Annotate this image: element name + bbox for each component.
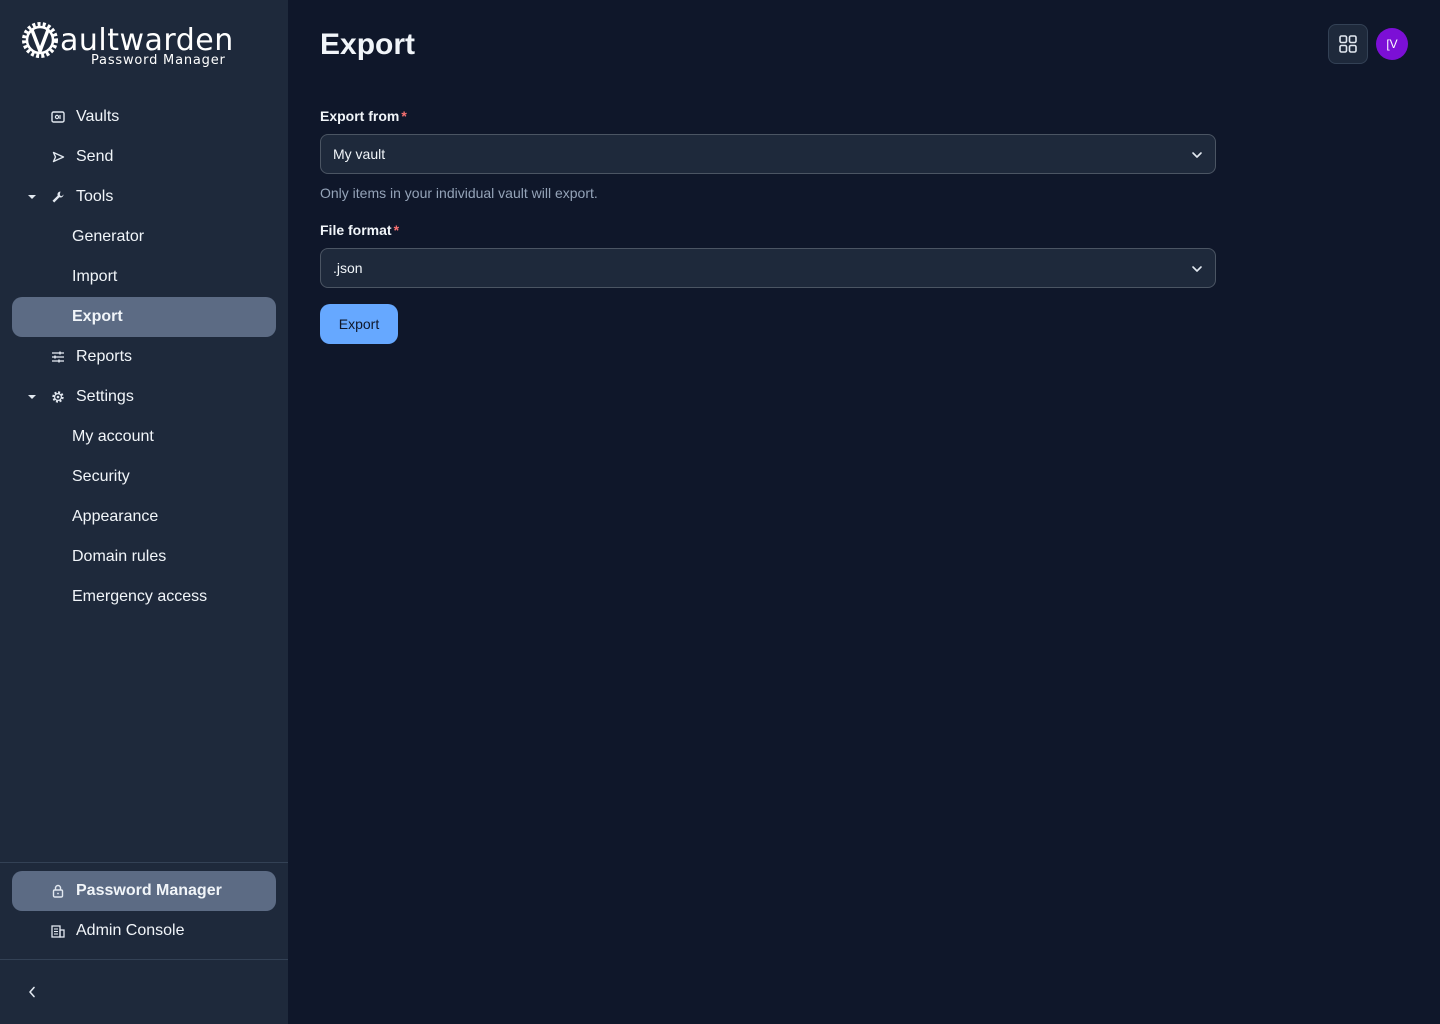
building-icon: [50, 923, 66, 939]
sidebar-item-tools[interactable]: Tools: [12, 177, 276, 217]
export-button[interactable]: Export: [320, 304, 398, 344]
field-label-text: File format: [320, 222, 392, 238]
chevron-down-icon: [1192, 152, 1202, 158]
sidebar-item-send[interactable]: Send: [12, 137, 276, 177]
sidebar-item-appearance[interactable]: Appearance: [12, 497, 276, 537]
sidebar-item-label: My account: [72, 428, 154, 445]
sidebar-item-label: Appearance: [72, 508, 159, 525]
sidebar-item-label: Domain rules: [72, 548, 167, 565]
sidebar-item-my-account[interactable]: My account: [12, 417, 276, 457]
product-switcher-admin-console[interactable]: Admin Console: [12, 911, 276, 951]
brand-subtitle: Password Manager: [91, 53, 226, 68]
gear-icon: [50, 389, 66, 405]
account-avatar[interactable]: [V: [1376, 28, 1408, 60]
caret-down-icon[interactable]: [26, 390, 38, 404]
sidebar-item-label: Send: [76, 148, 114, 165]
file-format-label: File format *: [320, 222, 399, 238]
sidebar-item-label: Tools: [76, 188, 114, 205]
product-switcher-password-manager[interactable]: Password Manager: [12, 871, 276, 911]
chevron-down-icon: [1192, 266, 1202, 272]
select-value: .json: [333, 260, 363, 276]
file-format-select[interactable]: .json: [320, 248, 1216, 288]
sidebar-item-import[interactable]: Import: [12, 257, 276, 297]
brand-logo[interactable]: aultwarden Password Manager: [20, 20, 240, 76]
sidebar-divider: [0, 959, 288, 960]
page-title: Export: [320, 28, 416, 61]
collapse-sidebar-button[interactable]: [20, 980, 44, 1004]
sidebar-item-export[interactable]: Export: [12, 297, 276, 337]
sidebar-item-label: Settings: [76, 388, 134, 405]
vaultwarden-gear-logo-icon: [22, 22, 58, 58]
sidebar-item-label: Emergency access: [72, 588, 208, 605]
sidebar-item-label: Generator: [72, 228, 145, 245]
sidebar-item-label: Reports: [76, 348, 133, 365]
sidebar-item-label: Admin Console: [76, 922, 185, 939]
product-switcher-button[interactable]: [1328, 24, 1368, 64]
export-from-hint: Only items in your individual vault will…: [320, 185, 598, 201]
sidebar: aultwarden Password Manager Vaults Send …: [0, 0, 288, 1024]
sidebar-item-label: Vaults: [76, 108, 120, 125]
sidebar-item-label: Security: [72, 468, 130, 485]
export-from-label: Export from *: [320, 108, 407, 124]
send-icon: [50, 149, 66, 165]
sidebar-divider: [0, 862, 288, 863]
field-label-text: Export from: [320, 108, 400, 124]
sidebar-item-security[interactable]: Security: [12, 457, 276, 497]
grid-icon: [1339, 35, 1357, 53]
lock-icon: [50, 883, 66, 899]
required-marker: *: [401, 108, 407, 124]
sliders-icon: [50, 349, 66, 365]
vault-icon: [50, 109, 66, 125]
chevron-left-icon: [29, 986, 35, 998]
sidebar-item-label: Export: [72, 308, 123, 325]
export-from-select[interactable]: My vault: [320, 134, 1216, 174]
sidebar-item-label: Import: [72, 268, 118, 285]
wrench-icon: [50, 189, 66, 205]
caret-down-icon[interactable]: [26, 190, 38, 204]
sidebar-item-label: Password Manager: [76, 882, 222, 899]
sidebar-item-generator[interactable]: Generator: [12, 217, 276, 257]
select-value: My vault: [333, 146, 386, 162]
sidebar-item-settings[interactable]: Settings: [12, 377, 276, 417]
sidebar-item-domain-rules[interactable]: Domain rules: [12, 537, 276, 577]
sidebar-item-reports[interactable]: Reports: [12, 337, 276, 377]
sidebar-item-emergency-access[interactable]: Emergency access: [12, 577, 276, 617]
required-marker: *: [393, 222, 400, 238]
sidebar-item-vaults[interactable]: Vaults: [12, 97, 276, 137]
